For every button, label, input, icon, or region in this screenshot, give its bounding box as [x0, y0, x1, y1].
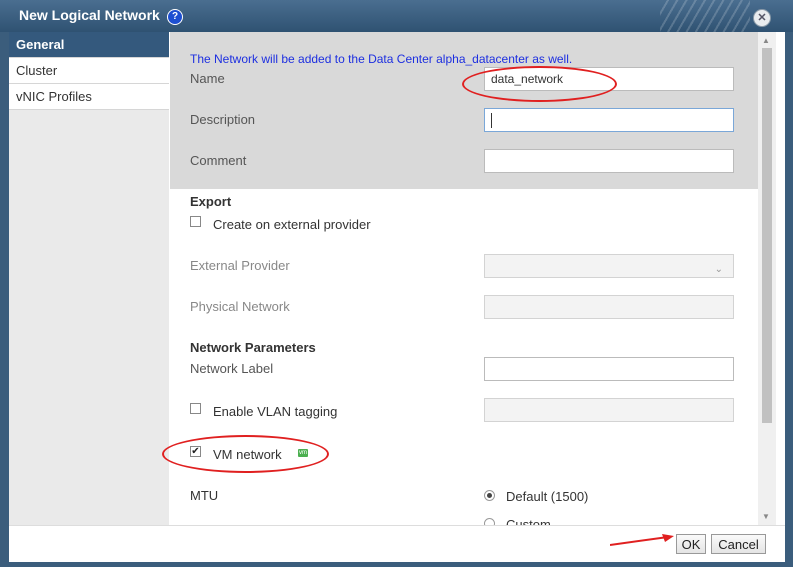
external-provider-select[interactable]: ⌄ — [484, 254, 734, 278]
physical-network-label: Physical Network — [190, 299, 290, 314]
sidebar-item-vnic-profiles[interactable]: vNIC Profiles — [9, 84, 169, 110]
vm-network-icon: vm — [298, 449, 308, 457]
enable-vlan-label: Enable VLAN tagging — [213, 404, 338, 419]
scroll-down-icon[interactable]: ▼ — [762, 512, 770, 521]
create-external-checkbox[interactable] — [190, 216, 201, 227]
dialog-sidebar: General Cluster vNIC Profiles — [9, 32, 169, 525]
name-input[interactable]: data_network — [484, 67, 734, 91]
form-scrollbar[interactable]: ▲ ▼ — [758, 32, 776, 525]
ok-button[interactable]: OK — [676, 534, 706, 554]
annotation-arrow-icon — [610, 534, 674, 546]
comment-input[interactable] — [484, 149, 734, 173]
name-label: Name — [190, 71, 225, 86]
mtu-default-label: Default (1500) — [506, 489, 589, 504]
chevron-down-icon: ⌄ — [714, 264, 723, 275]
info-message: The Network will be added to the Data Ce… — [190, 52, 573, 66]
scrollbar-thumb[interactable] — [762, 48, 772, 423]
vlan-tag-input[interactable] — [484, 398, 734, 422]
sidebar-item-general[interactable]: General — [9, 32, 169, 58]
network-parameters-heading: Network Parameters — [190, 340, 316, 355]
titlebar-decoration — [660, 0, 750, 32]
mtu-label: MTU — [190, 488, 219, 503]
description-input[interactable] — [484, 108, 734, 132]
physical-network-input[interactable] — [484, 295, 734, 319]
enable-vlan-checkbox[interactable] — [190, 403, 201, 414]
mtu-custom-radio[interactable] — [484, 518, 495, 525]
general-form: The Network will be added to the Data Ce… — [170, 32, 758, 525]
create-external-label: Create on external provider — [213, 217, 371, 232]
external-provider-label: External Provider — [190, 258, 290, 273]
comment-label: Comment — [190, 153, 247, 168]
help-icon[interactable]: ? — [167, 9, 183, 25]
network-label-input[interactable] — [484, 357, 734, 381]
export-heading: Export — [190, 194, 232, 209]
close-icon[interactable]: ✕ — [753, 9, 771, 27]
dialog-titlebar: New Logical Network ? ✕ — [0, 0, 793, 32]
mtu-custom-label: Custom — [506, 517, 551, 525]
sidebar-item-cluster[interactable]: Cluster — [9, 58, 169, 84]
new-logical-network-dialog: New Logical Network ? ✕ General Cluster … — [0, 0, 793, 567]
scroll-up-icon[interactable]: ▲ — [762, 36, 770, 45]
text-caret — [491, 113, 492, 128]
vm-network-label: VM network — [213, 447, 282, 462]
cancel-button[interactable]: Cancel — [711, 534, 766, 554]
network-label-label: Network Label — [190, 361, 274, 376]
mtu-default-radio[interactable] — [484, 490, 495, 501]
dialog-title: New Logical Network — [19, 7, 160, 23]
description-label: Description — [190, 112, 256, 127]
vm-network-checkbox[interactable]: ✔ — [190, 446, 201, 457]
